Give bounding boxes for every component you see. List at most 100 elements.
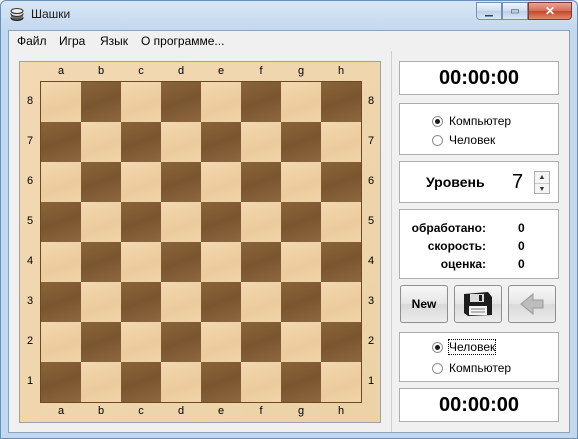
light-square[interactable] [161,202,201,242]
top-timer: 00:00:00 [399,61,559,95]
top-option-computer[interactable]: Компьютер [432,114,511,128]
rank-label-right: 2 [367,335,375,347]
level-value[interactable]: 7 [512,171,523,194]
rank-label-left: 2 [26,335,34,347]
light-square[interactable] [121,242,161,282]
light-square[interactable] [281,82,321,122]
dark-square[interactable] [241,242,281,282]
dark-square[interactable] [41,202,81,242]
dark-square[interactable] [81,322,121,362]
light-square[interactable] [281,242,321,282]
spin-up-icon[interactable]: ▲ [535,172,549,184]
rank-label-right: 1 [367,375,375,387]
light-square[interactable] [321,282,361,322]
dark-square[interactable] [201,362,241,402]
light-square[interactable] [281,162,321,202]
menu-about[interactable]: О программе... [141,34,224,48]
light-square[interactable] [121,322,161,362]
light-square[interactable] [201,82,241,122]
dark-square[interactable] [281,282,321,322]
file-label-top: e [217,65,225,77]
dark-square[interactable] [81,162,121,202]
light-square[interactable] [321,202,361,242]
stat-speed-label: скорость: [427,239,486,253]
light-square[interactable] [41,82,81,122]
dark-square[interactable] [321,162,361,202]
dark-square[interactable] [121,202,161,242]
light-square[interactable] [81,362,121,402]
checkerboard[interactable] [40,81,362,403]
radio-checked-icon[interactable] [432,115,443,127]
light-square[interactable] [201,322,241,362]
close-button[interactable]: ✕ [528,2,572,20]
light-square[interactable] [81,202,121,242]
dark-square[interactable] [201,282,241,322]
rank-label-left: 8 [26,95,34,107]
light-square[interactable] [241,202,281,242]
dark-square[interactable] [161,162,201,202]
file-label-bottom: e [217,405,225,417]
dark-square[interactable] [281,202,321,242]
light-square[interactable] [241,122,281,162]
light-square[interactable] [41,322,81,362]
new-game-button[interactable]: New [400,285,448,323]
dark-square[interactable] [321,242,361,282]
level-box: Уровень 7 ▲ ▼ [399,161,559,203]
dark-square[interactable] [161,242,201,282]
top-option-human[interactable]: Человек [432,133,495,147]
maximize-icon: ▭ [510,5,520,17]
dark-square[interactable] [321,322,361,362]
light-square[interactable] [41,242,81,282]
dark-square[interactable] [41,122,81,162]
rank-label-right: 4 [367,255,375,267]
dark-square[interactable] [121,282,161,322]
radio-unchecked-icon[interactable] [432,362,443,374]
menu-language[interactable]: Язык [100,34,128,48]
light-square[interactable] [161,122,201,162]
light-square[interactable] [241,282,281,322]
light-square[interactable] [321,122,361,162]
radio-checked-icon[interactable] [432,341,443,353]
level-spinner[interactable]: ▲ ▼ [534,171,550,194]
dark-square[interactable] [81,242,121,282]
dark-square[interactable] [201,202,241,242]
light-square[interactable] [81,122,121,162]
dark-square[interactable] [121,122,161,162]
light-square[interactable] [161,362,201,402]
dark-square[interactable] [281,122,321,162]
save-button[interactable] [454,285,502,323]
light-square[interactable] [201,162,241,202]
dark-square[interactable] [241,322,281,362]
light-square[interactable] [241,362,281,402]
dark-square[interactable] [201,122,241,162]
dark-square[interactable] [121,362,161,402]
menu-game[interactable]: Игра [59,34,85,48]
dark-square[interactable] [41,362,81,402]
light-square[interactable] [161,282,201,322]
dark-square[interactable] [321,82,361,122]
bottom-option-human[interactable]: Человек [432,339,497,355]
menu-file[interactable]: Файл [17,34,47,48]
radio-unchecked-icon[interactable] [432,134,443,146]
dark-square[interactable] [41,282,81,322]
light-square[interactable] [201,242,241,282]
light-square[interactable] [81,282,121,322]
spin-down-icon[interactable]: ▼ [535,184,549,195]
maximize-button[interactable]: ▭ [502,2,528,20]
rank-label-left: 5 [26,215,34,227]
undo-button[interactable] [508,285,556,323]
dark-square[interactable] [81,82,121,122]
title-bar[interactable]: Шашки ▁ ▭ ✕ [1,1,577,29]
dark-square[interactable] [281,362,321,402]
dark-square[interactable] [161,322,201,362]
minimize-button[interactable]: ▁ [476,2,502,20]
light-square[interactable] [41,162,81,202]
light-square[interactable] [121,82,161,122]
light-square[interactable] [281,322,321,362]
dark-square[interactable] [161,82,201,122]
light-square[interactable] [121,162,161,202]
light-square[interactable] [321,362,361,402]
dark-square[interactable] [241,162,281,202]
bottom-option-computer[interactable]: Компьютер [432,361,511,375]
dark-square[interactable] [241,82,281,122]
